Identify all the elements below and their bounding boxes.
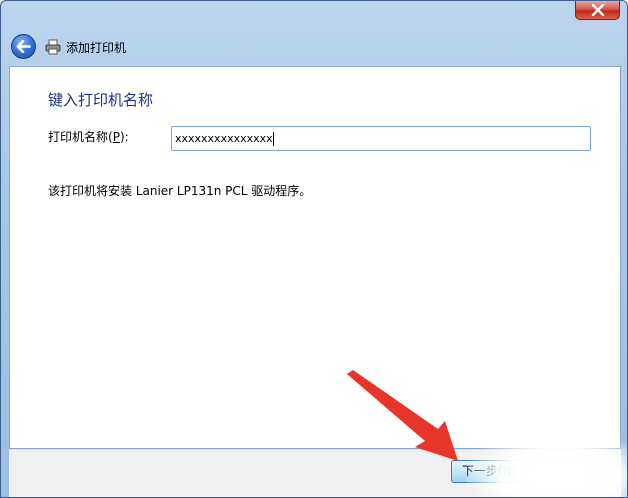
title-bar <box>1 1 627 29</box>
text-caret <box>272 132 274 146</box>
page-heading: 键入打印机名称 <box>48 91 154 109</box>
close-icon <box>591 4 604 16</box>
dialog-title: 添加打印机 <box>66 41 127 55</box>
close-button[interactable] <box>575 1 620 20</box>
printer-name-input[interactable]: xxxxxxxxxxxxxxx <box>171 126 591 151</box>
nav-bar: 添加打印机 <box>1 29 627 65</box>
add-printer-dialog: 添加打印机 键入打印机名称 打印机名称(P): xxxxxxxxxxxxxxx … <box>0 0 628 498</box>
printer-name-label-suffix: ): <box>119 130 129 144</box>
printer-name-value: xxxxxxxxxxxxxxx <box>175 132 273 145</box>
driver-info-text: 该打印机将安装 Lanier LP131n PCL 驱动程序。 <box>48 184 312 198</box>
footer-bar: 下一步(N) <box>9 449 621 497</box>
next-button[interactable]: 下一步(N) <box>451 460 527 483</box>
printer-name-label-accel: P <box>112 130 120 144</box>
back-button[interactable] <box>11 34 36 59</box>
back-arrow-icon <box>16 40 31 53</box>
content-panel: 键入打印机名称 打印机名称(P): xxxxxxxxxxxxxxx 该打印机将安… <box>9 66 621 449</box>
printer-icon <box>45 39 61 55</box>
printer-name-label: 打印机名称(P): <box>48 128 129 145</box>
printer-name-label-prefix: 打印机名称( <box>48 130 113 144</box>
